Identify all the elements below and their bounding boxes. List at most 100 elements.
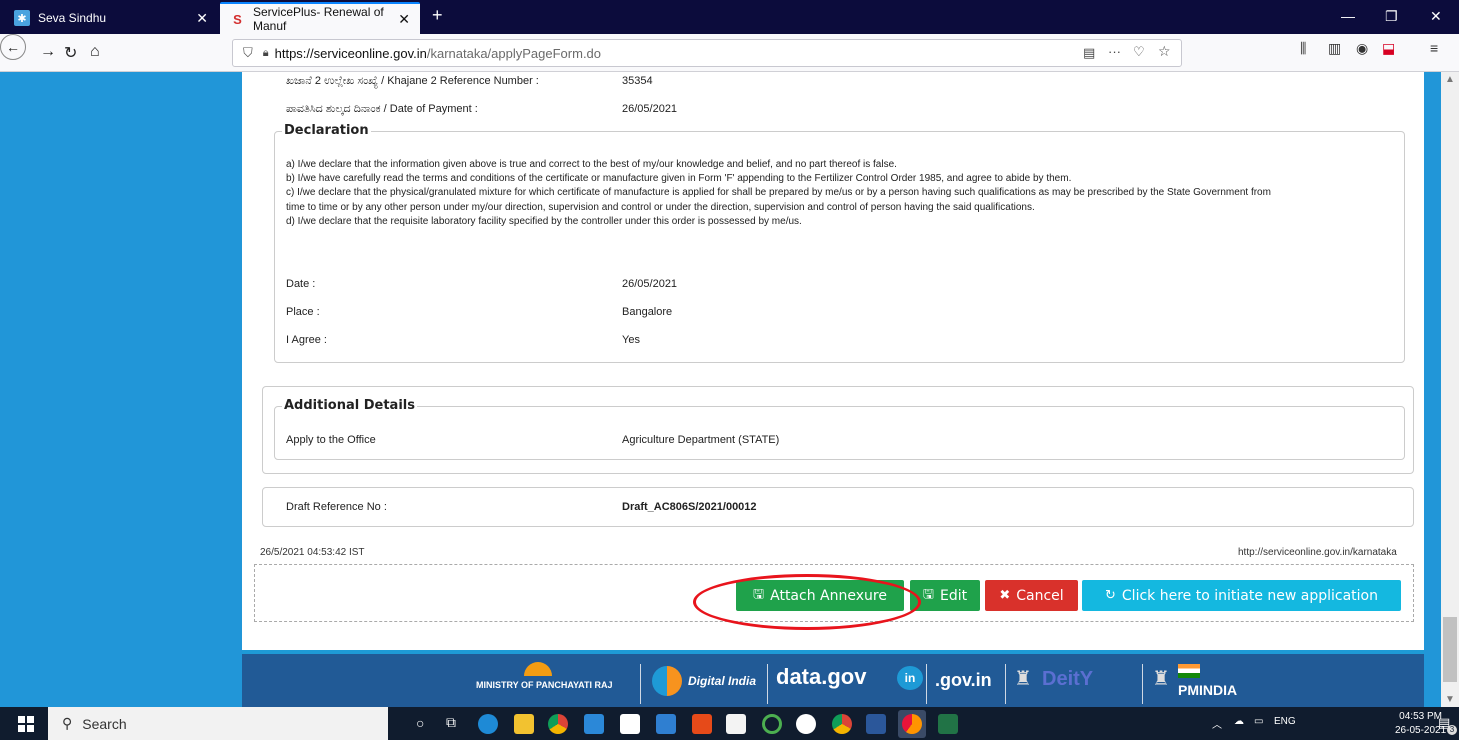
chrome-icon[interactable] — [832, 714, 852, 734]
sidebar-icon[interactable]: ▥ — [1328, 40, 1341, 57]
excel-icon[interactable] — [938, 714, 958, 734]
payment-date-value: 26/05/2021 — [622, 103, 678, 115]
declaration-title: Declaration — [282, 123, 371, 138]
notification-count: 3 — [1447, 725, 1457, 735]
tab-title: ServicePlus- Renewal of Manuf — [253, 5, 384, 33]
firefox-icon[interactable] — [902, 714, 922, 734]
right-blue-band — [1424, 72, 1441, 707]
edit-button[interactable]: 🖫 Edit — [910, 580, 980, 611]
site-url: http://serviceonline.gov.in/karnataka — [1238, 547, 1397, 558]
reload-icon[interactable]: ↻ — [64, 43, 77, 63]
pocket-icon[interactable]: ♡ — [1133, 44, 1145, 60]
decl-date-label: Date : — [286, 278, 316, 290]
form-preview: ಖಜಾನೆ 2 ಉಲ್ಲೇಖ ಸಂಖ್ಯೆ / Khajane 2 Refere… — [242, 72, 1424, 648]
battery-icon[interactable]: ▭ — [1254, 716, 1263, 727]
tab-seva-sindhu[interactable]: ✱ Seva Sindhu ✕ — [4, 2, 218, 34]
timestamp: 26/5/2021 04:53:42 IST — [260, 547, 365, 558]
menu-icon[interactable]: ≡ — [1430, 40, 1438, 56]
circle-app-icon[interactable] — [762, 714, 782, 734]
tray-chevron-icon[interactable]: ︿ — [1212, 716, 1222, 731]
store-icon[interactable] — [620, 714, 640, 734]
pmindia-logo: PMINDIA — [1178, 682, 1238, 698]
left-blue-band — [0, 72, 242, 707]
onedrive-icon[interactable]: ☁ — [1234, 716, 1244, 727]
reader-view-icon[interactable]: ▤ — [1083, 45, 1095, 61]
task-view-icon[interactable]: ⧉ — [446, 714, 456, 731]
office-label: Apply to the Office — [286, 434, 376, 446]
back-icon[interactable]: ← — [0, 34, 26, 60]
tab-serviceplus[interactable]: S ServicePlus- Renewal of Manuf ✕ — [220, 2, 420, 34]
additional-details-title: Additional Details — [282, 398, 417, 413]
taskbar-search-placeholder: Search — [82, 715, 127, 732]
additional-details-panel — [274, 406, 1405, 460]
cancel-circle-icon: ✖ — [999, 588, 1011, 603]
khajane-value: 35354 — [622, 75, 653, 87]
panchayati-raj-logo: MINISTRY OF PANCHAYATI RAJ — [476, 680, 613, 690]
file-explorer-icon[interactable] — [514, 714, 534, 734]
scrollbar-thumb[interactable] — [1443, 617, 1457, 682]
app-icon[interactable] — [656, 714, 676, 734]
declaration-c-cont: time to time or by any other person unde… — [286, 202, 1035, 213]
pocket-save-icon[interactable]: ⬓ — [1382, 40, 1395, 57]
national-emblem-icon: ♜ — [1152, 668, 1170, 690]
india-flag-icon — [1178, 664, 1200, 678]
mail-icon[interactable] — [584, 714, 604, 734]
library-icon[interactable]: ⫼ — [1300, 40, 1306, 57]
windows-taskbar: ⚲ Search ○ ⧉ ︿ ☁ ▭ ENG 04:53 PM 26-05-20… — [0, 707, 1459, 740]
minimize-icon[interactable]: — — [1341, 8, 1355, 24]
payment-date-label: ಪಾವತಿಸಿದ ಶುಲ್ಕದ ದಿನಾಂಕ / Date of Payment… — [286, 103, 478, 115]
browser-nav-bar: ← → ↻ ⌂ ⛉ 🔒︎ https://serviceonline.gov.i… — [0, 34, 1459, 72]
edge-icon[interactable] — [478, 714, 498, 734]
footer-divider — [1005, 664, 1006, 704]
document-icon[interactable] — [726, 714, 746, 734]
draft-reference-panel — [262, 487, 1414, 527]
scroll-down-icon[interactable]: ▼ — [1445, 694, 1455, 705]
data-gov-in-icon: in — [897, 666, 923, 690]
new-application-button[interactable]: ↻ Click here to initiate new application — [1082, 580, 1401, 611]
window-close-icon[interactable]: ✕ — [1430, 8, 1442, 25]
tab-title: Seva Sindhu — [38, 11, 107, 25]
draft-value: Draft_AC806S/2021/00012 — [622, 501, 757, 513]
footer-divider — [640, 664, 641, 704]
india-gov-logo: .gov.in — [935, 670, 992, 690]
page-scrollbar[interactable] — [1441, 72, 1459, 707]
digital-india-icon — [652, 666, 682, 696]
scroll-up-icon[interactable]: ▲ — [1445, 74, 1455, 85]
home-icon[interactable]: ⌂ — [90, 43, 100, 61]
office-value: Agriculture Department (STATE) — [622, 434, 780, 446]
bookmark-star-icon[interactable]: ☆ — [1158, 43, 1171, 60]
word-icon[interactable] — [866, 714, 886, 734]
footer-logos: MINISTRY OF PANCHAYATI RAJ Digital India… — [242, 650, 1424, 707]
new-tab-icon[interactable]: + — [432, 5, 443, 26]
office-icon[interactable] — [692, 714, 712, 734]
page-actions-icon[interactable]: ··· — [1108, 44, 1121, 59]
serviceplus-favicon-icon: S — [233, 11, 242, 27]
cortana-icon[interactable]: ○ — [416, 715, 424, 731]
shield-icon: ⛉ — [243, 45, 253, 60]
decl-place-value: Bangalore — [622, 306, 673, 318]
close-tab-icon[interactable]: ✕ — [398, 11, 410, 28]
round-app-icon[interactable] — [796, 714, 816, 734]
declaration-c: c) I/we declare that the physical/granul… — [286, 187, 1271, 198]
cancel-button[interactable]: ✖ Cancel — [985, 580, 1078, 611]
account-icon[interactable]: ◉ — [1356, 40, 1368, 57]
digital-india-logo: Digital India — [688, 674, 757, 688]
data-gov-logo: data.gov — [776, 664, 867, 689]
chrome-icon[interactable] — [548, 714, 568, 734]
footer-divider — [767, 664, 768, 704]
decl-place-label: Place : — [286, 306, 320, 318]
taskbar-search-box[interactable]: ⚲ Search — [48, 707, 388, 740]
search-icon: ⚲ — [62, 715, 73, 731]
declaration-d: d) I/we declare that the requisite labor… — [286, 216, 802, 227]
language-indicator[interactable]: ENG — [1274, 716, 1296, 727]
restore-icon[interactable]: ❐ — [1385, 8, 1398, 25]
deity-logo: DeitY — [1042, 668, 1094, 690]
decl-date-value: 26/05/2021 — [622, 278, 678, 290]
windows-start-icon[interactable] — [18, 716, 34, 732]
forward-icon[interactable]: → — [40, 43, 56, 61]
draft-label: Draft Reference No : — [286, 501, 387, 513]
edit-label: Edit — [939, 587, 968, 604]
khajane-label: ಖಜಾನೆ 2 ಉಲ್ಲೇಖ ಸಂಖ್ಯೆ / Khajane 2 Refere… — [286, 75, 539, 87]
close-tab-icon[interactable]: ✕ — [196, 10, 208, 27]
url-bar[interactable]: ⛉ 🔒︎ https://serviceonline.gov.in/karnat… — [232, 39, 1182, 67]
